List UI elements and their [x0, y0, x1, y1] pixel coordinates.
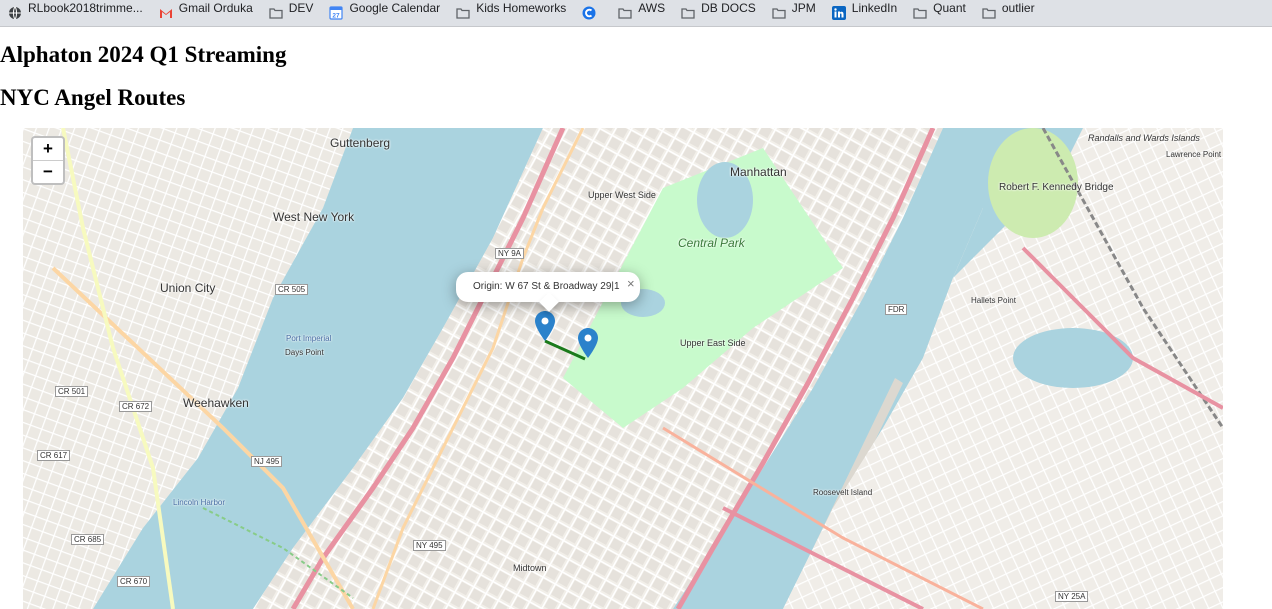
bookmark-label: DB DOCS — [701, 1, 756, 15]
map-label-cr501: CR 501 — [55, 386, 89, 397]
bookmark-label: DEV — [288, 1, 314, 15]
c-app-icon — [582, 6, 596, 20]
bookmark-gmail-orduka[interactable]: Gmail Orduka — [151, 0, 261, 26]
route-layer — [544, 339, 586, 361]
folder-icon — [618, 6, 632, 20]
map-label-cr670: CR 670 — [117, 576, 151, 587]
map-label-rfk-bridge: Robert F. Kennedy Bridge — [999, 182, 1114, 193]
bookmark-label: Google Calendar — [349, 1, 441, 15]
popup-close-button[interactable]: × — [627, 269, 635, 299]
map-label-cr505: CR 505 — [275, 284, 309, 295]
map-label-hallets-point: Hallets Point — [971, 296, 1016, 305]
bookmark-aws[interactable]: AWS — [610, 0, 673, 26]
gmail-icon — [159, 6, 173, 20]
map-label-upper-west-side: Upper West Side — [588, 190, 656, 200]
map-label-guttenberg: Guttenberg — [330, 136, 391, 150]
zoom-control: + − — [31, 136, 65, 185]
map[interactable]: Guttenberg West New York Union City Weeh… — [23, 128, 1223, 609]
map-label-cr672: CR 672 — [119, 401, 153, 412]
map-label-upper-east-side: Upper East Side — [680, 338, 746, 348]
map-label-days-point: Days Point — [285, 348, 324, 357]
origin-marker[interactable] — [535, 311, 555, 341]
folder-icon — [913, 6, 927, 20]
map-label-lincoln-harbor: Lincoln Harbor — [173, 498, 226, 507]
folder-icon — [456, 6, 470, 20]
bookmark-google-calendar[interactable]: 27 Google Calendar — [321, 0, 448, 26]
map-label-west-new-york: West New York — [273, 210, 355, 224]
map-label-nj495: NJ 495 — [251, 456, 283, 467]
destination-marker[interactable] — [578, 328, 598, 358]
bookmark-rlbook2018trimme[interactable]: RLbook2018trimme... — [0, 0, 151, 26]
linkedin-icon — [831, 6, 846, 20]
map-label-ny25a: NY 25A — [1055, 591, 1089, 602]
bookmark-dev[interactable]: DEV — [261, 0, 322, 26]
svg-text:27: 27 — [333, 13, 341, 20]
bookmark-label: Gmail Orduka — [178, 1, 253, 15]
bookmark-kids-homeworks[interactable]: Kids Homeworks — [448, 0, 574, 26]
bookmarks-bar: RLbook2018trimme... Gmail Orduka DEV 27 Goog… — [0, 0, 1272, 27]
zoom-out-button[interactable]: − — [33, 160, 63, 183]
origin-popup: Origin: W 67 St & Broadway 29|1 × — [456, 269, 640, 312]
bookmark-c-app[interactable] — [574, 0, 610, 26]
folder-icon — [681, 6, 695, 20]
map-label-lawrence-point: Lawrence Point — [1166, 150, 1222, 159]
bookmark-outlier[interactable]: outlier — [974, 0, 1043, 26]
map-label-fdr: FDR — [885, 304, 908, 315]
folder-icon — [772, 6, 786, 20]
bookmark-label: Kids Homeworks — [476, 1, 567, 15]
map-label-midtown: Midtown — [513, 563, 547, 573]
map-label-cr617: CR 617 — [37, 450, 71, 461]
bookmark-label: RLbook2018trimme... — [28, 1, 143, 15]
bookmark-label: LinkedIn — [851, 1, 898, 15]
map-label-weehawken: Weehawken — [183, 396, 249, 410]
bookmark-db-docs[interactable]: DB DOCS — [673, 0, 764, 26]
map-label-roosevelt-island: Roosevelt Island — [813, 488, 873, 497]
page-subtitle: NYC Angel Routes — [0, 85, 186, 110]
map-label-cr685: CR 685 — [71, 534, 105, 545]
popup-text: Origin: W 67 St & Broadway 29|1 — [473, 281, 620, 292]
map-label-port-imperial: Port Imperial — [286, 334, 332, 343]
bookmark-linkedin[interactable]: LinkedIn — [824, 0, 905, 26]
folder-icon — [982, 6, 996, 20]
bookmark-quant[interactable]: Quant — [905, 0, 974, 26]
folder-icon — [269, 6, 283, 20]
bookmark-label: JPM — [791, 1, 816, 15]
map-label-central-park: Central Park — [678, 236, 745, 250]
page-title: Alphaton 2024 Q1 Streaming — [0, 42, 287, 67]
bookmark-label: Quant — [933, 1, 966, 15]
bookmark-label: outlier — [1001, 1, 1035, 15]
map-label-ny495: NY 495 — [413, 540, 446, 551]
map-label-randalls: Randalls and Wards Islands — [1088, 133, 1200, 143]
map-label-ny9a: NY 9A — [495, 248, 524, 259]
calendar-icon: 27 — [329, 6, 344, 20]
map-label-manhattan: Manhattan — [730, 165, 787, 179]
bookmark-label: AWS — [638, 1, 666, 15]
zoom-in-button[interactable]: + — [33, 138, 63, 160]
map-label-union-city: Union City — [160, 281, 216, 295]
globe-icon — [8, 6, 22, 20]
bookmark-jpm[interactable]: JPM — [764, 0, 824, 26]
